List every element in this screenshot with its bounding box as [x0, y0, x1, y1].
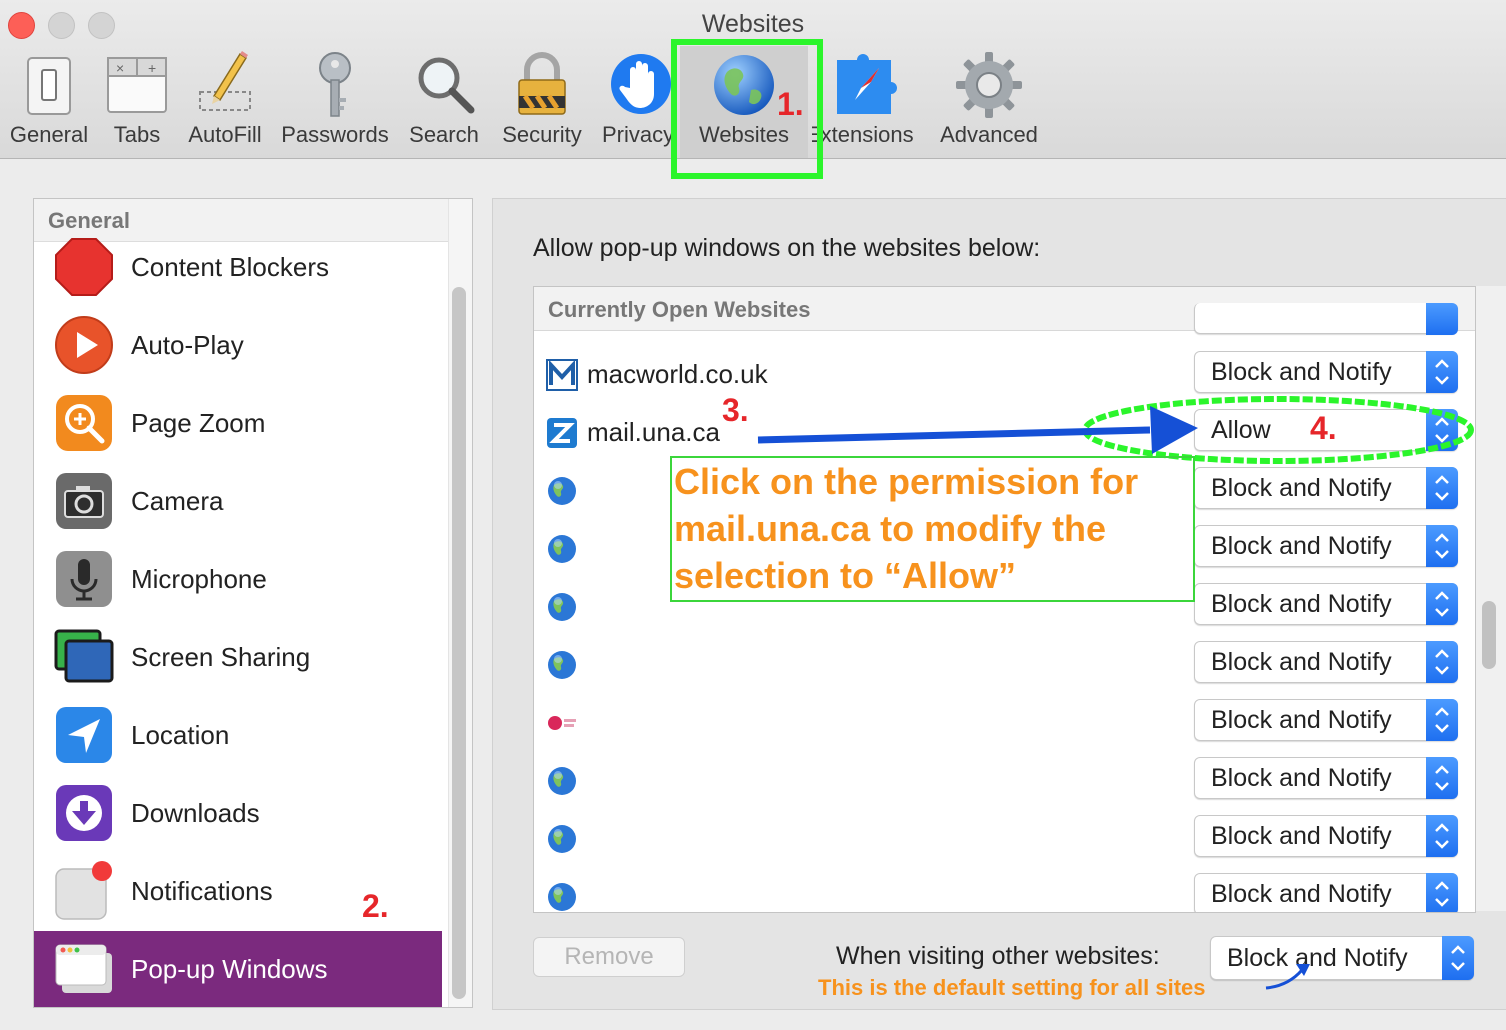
- annotation-step-3: 3.: [722, 392, 749, 428]
- annotation-arrow-head: [1150, 406, 1198, 454]
- annotation-callout: Click on the permission for mail.una.ca …: [670, 456, 1195, 602]
- annotation-small-arrow: [1265, 968, 1304, 990]
- annotation-default-note: This is the default setting for all site…: [818, 975, 1206, 1000]
- annotation-step-4: 4.: [1310, 410, 1337, 446]
- annotation-arrow-line: [757, 426, 1151, 444]
